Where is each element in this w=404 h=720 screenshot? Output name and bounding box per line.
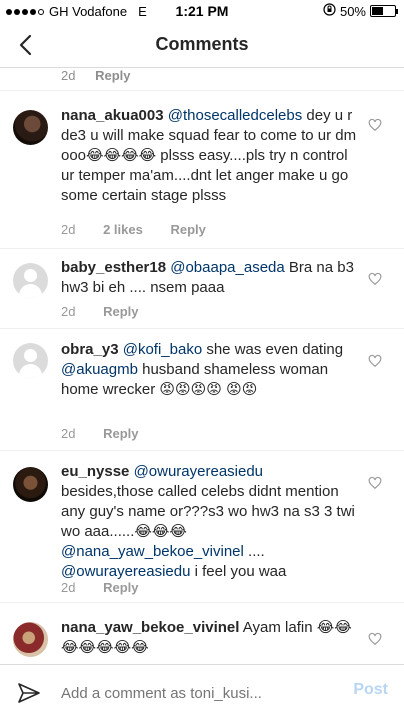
comment-time: 2d — [61, 222, 76, 237]
like-heart-icon[interactable] — [368, 272, 382, 286]
likes-count[interactable]: 2 likes — [103, 222, 143, 237]
navigation-bar: Comments — [0, 22, 404, 68]
reply-button[interactable]: Reply — [103, 426, 138, 441]
comment-meta: 2d 2 likes Reply — [61, 222, 230, 237]
comment-time: 2d — [61, 580, 76, 595]
avatar[interactable] — [13, 622, 48, 657]
divider — [0, 248, 404, 249]
battery-icon — [370, 5, 398, 17]
comments-list[interactable]: 2d Reply nana_akua003 @thosecalledcelebs… — [0, 68, 404, 664]
comment-text: baby_esther18 @obaapa_aseda Bra na b3 hw… — [61, 258, 357, 298]
comment-username[interactable]: eu_nysse — [61, 463, 129, 480]
comment-meta: 2d Reply — [61, 580, 163, 595]
like-heart-icon[interactable] — [368, 354, 382, 368]
direct-send-icon[interactable] — [17, 681, 41, 705]
comment-time: 2d — [61, 304, 76, 319]
comment-username[interactable]: baby_esther18 — [61, 259, 166, 276]
divider — [0, 450, 404, 451]
orientation-lock-icon — [323, 3, 336, 19]
comment-composer: Post — [0, 664, 404, 720]
post-button[interactable]: Post — [353, 681, 388, 699]
mention-link[interactable]: @owurayereasiedu — [61, 563, 190, 580]
mention-link[interactable]: @thosecalledcelebs — [168, 107, 302, 124]
mention-link[interactable]: @nana_yaw_bekoe_vivinel — [61, 543, 244, 560]
battery-area: 50% — [323, 3, 398, 19]
mention-link[interactable]: @owurayereasiedu — [134, 463, 263, 480]
reply-button[interactable]: Reply — [95, 68, 130, 83]
comment-meta: 2d Reply — [61, 426, 163, 441]
divider — [0, 328, 404, 329]
mention-link[interactable]: @akuagmb — [61, 361, 138, 378]
comment-text: nana_yaw_bekoe_vivinel Ayam lafin 😂😂😂😂😂😂… — [61, 618, 357, 658]
divider — [0, 602, 404, 603]
comment-body: besides,those called celebs didnt mentio… — [61, 483, 355, 540]
reply-button[interactable]: Reply — [170, 222, 205, 237]
reply-button[interactable]: Reply — [103, 304, 138, 319]
previous-comment-meta: 2d Reply — [61, 68, 131, 83]
mention-link[interactable]: @obaapa_aseda — [170, 259, 285, 276]
comment-text: obra_y3 @kofi_bako she was even dating @… — [61, 340, 357, 400]
comment-body: i feel you waa — [190, 563, 287, 580]
like-heart-icon[interactable] — [368, 476, 382, 490]
avatar[interactable] — [13, 343, 48, 378]
battery-percent: 50% — [339, 3, 366, 19]
comment-username[interactable]: obra_y3 — [61, 341, 119, 358]
comment-body: she was even dating — [202, 341, 344, 358]
comment-username[interactable]: nana_yaw_bekoe_vivinel — [61, 619, 239, 636]
like-heart-icon[interactable] — [368, 632, 382, 646]
avatar[interactable] — [13, 467, 48, 502]
status-bar: GH Vodafone E 1:21 PM 50% — [0, 0, 404, 22]
comment-text: eu_nysse @owurayereasiedu besides,those … — [61, 462, 357, 582]
comment-time: 2d — [61, 426, 76, 441]
mention-link[interactable]: @kofi_bako — [123, 341, 202, 358]
page-title: Comments — [155, 34, 249, 54]
like-heart-icon[interactable] — [368, 118, 382, 132]
comment-body: .... — [243, 543, 265, 560]
reply-button[interactable]: Reply — [103, 580, 138, 595]
comment-meta: 2d Reply — [61, 304, 163, 319]
avatar[interactable] — [13, 110, 48, 145]
comment-input[interactable] — [61, 682, 331, 704]
comment-username[interactable]: nana_akua003 — [61, 107, 164, 124]
avatar[interactable] — [13, 263, 48, 298]
comment-text: nana_akua003 @thosecalledcelebs dey u r … — [61, 106, 357, 206]
divider — [0, 90, 404, 91]
comment-time: 2d — [61, 68, 76, 83]
